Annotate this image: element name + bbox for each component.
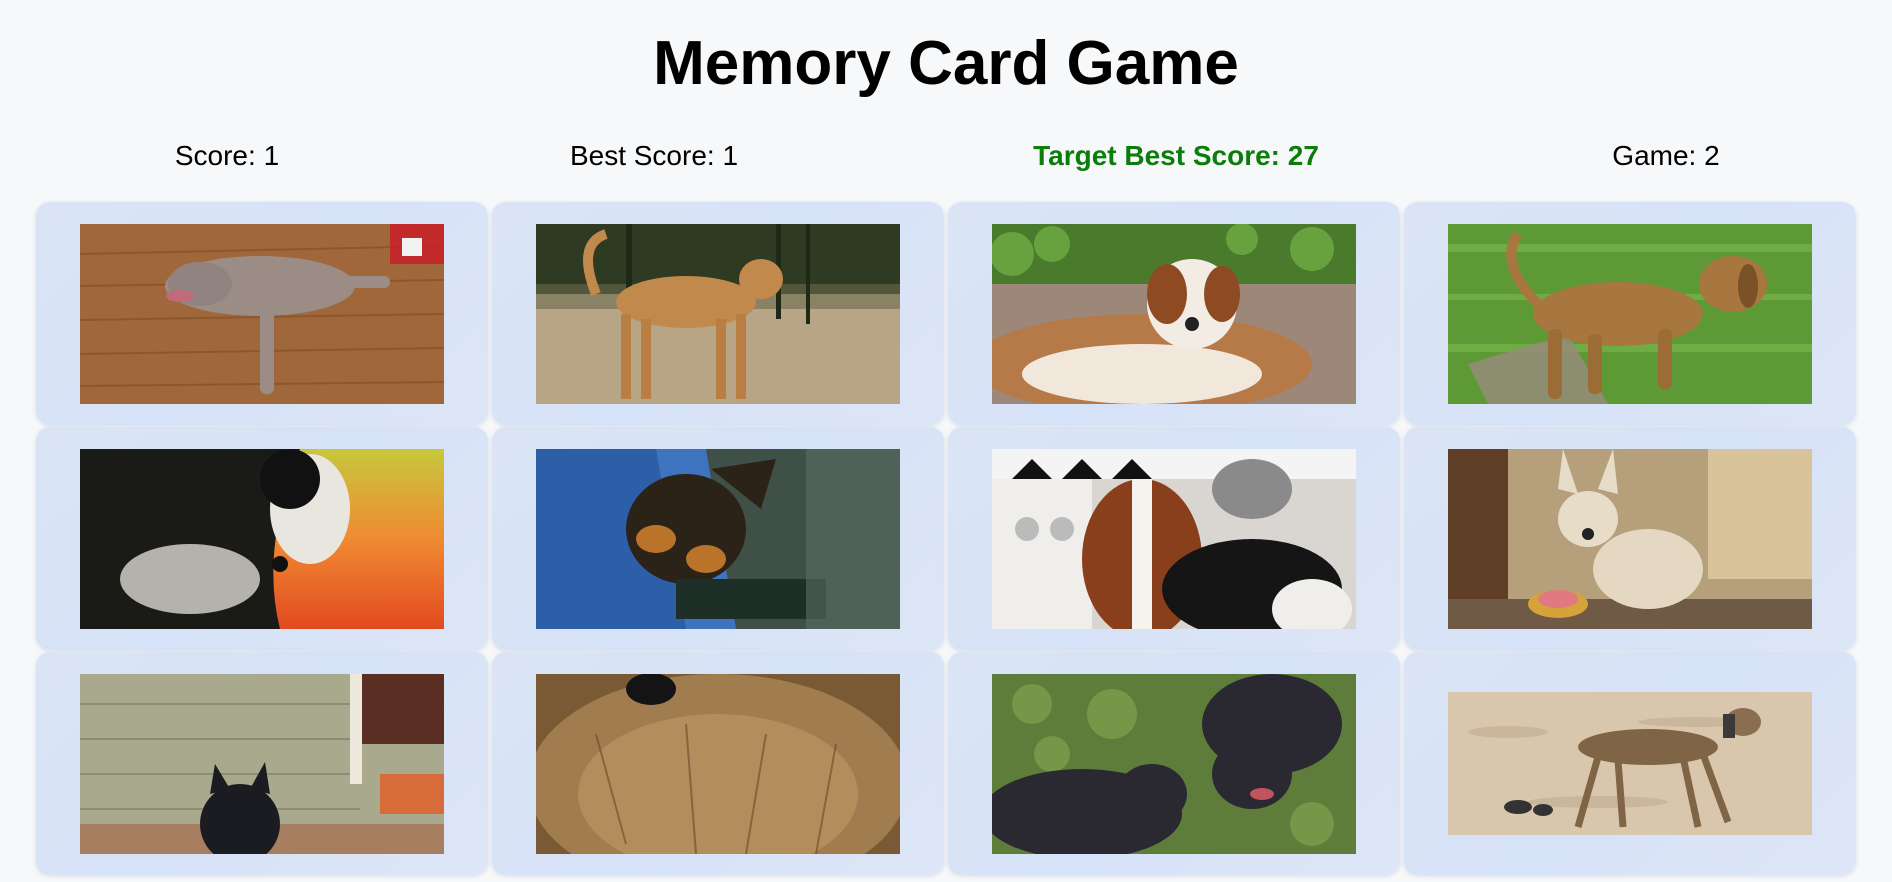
- card-6[interactable]: [492, 427, 944, 650]
- card-4[interactable]: [1404, 202, 1856, 425]
- card-grid: [36, 202, 1858, 875]
- card-image-terrier-face: [536, 673, 900, 854]
- card-12[interactable]: [1404, 652, 1856, 875]
- best-score-display: Best Score: 1: [569, 140, 739, 171]
- card-image-basset-hound: [992, 448, 1356, 629]
- card-5[interactable]: [36, 427, 488, 650]
- card-image-brown-puppy: [1448, 223, 1812, 404]
- card-image-cream-dog: [1448, 448, 1812, 629]
- card-10[interactable]: [492, 652, 944, 875]
- card-image-weimaraner: [80, 223, 444, 404]
- card-image-greyhound: [1448, 692, 1812, 835]
- page-title: Memory Card Game: [653, 29, 1239, 98]
- card-3[interactable]: [948, 202, 1400, 425]
- game-number-display: Game: 2: [1612, 140, 1720, 171]
- score-display: Score: 1: [174, 140, 280, 171]
- target-best-score-display: Target Best Score: 27: [1033, 140, 1319, 171]
- card-2[interactable]: [492, 202, 944, 425]
- card-11[interactable]: [948, 652, 1400, 875]
- card-image-black-tan-puppy: [536, 448, 900, 629]
- card-1[interactable]: [36, 202, 488, 425]
- card-7[interactable]: [948, 427, 1400, 650]
- card-image-tan-dog: [536, 223, 900, 404]
- card-9[interactable]: [36, 652, 488, 875]
- card-image-black-white-dog: [80, 448, 444, 629]
- card-image-pit-bull-puppies: [992, 673, 1356, 854]
- stats-bar: Score: 1 Best Score: 1 Target Best Score…: [0, 136, 1892, 176]
- card-image-saint-bernard: [992, 223, 1356, 404]
- card-image-black-fluffy-dog: [80, 673, 444, 854]
- card-8[interactable]: [1404, 427, 1856, 650]
